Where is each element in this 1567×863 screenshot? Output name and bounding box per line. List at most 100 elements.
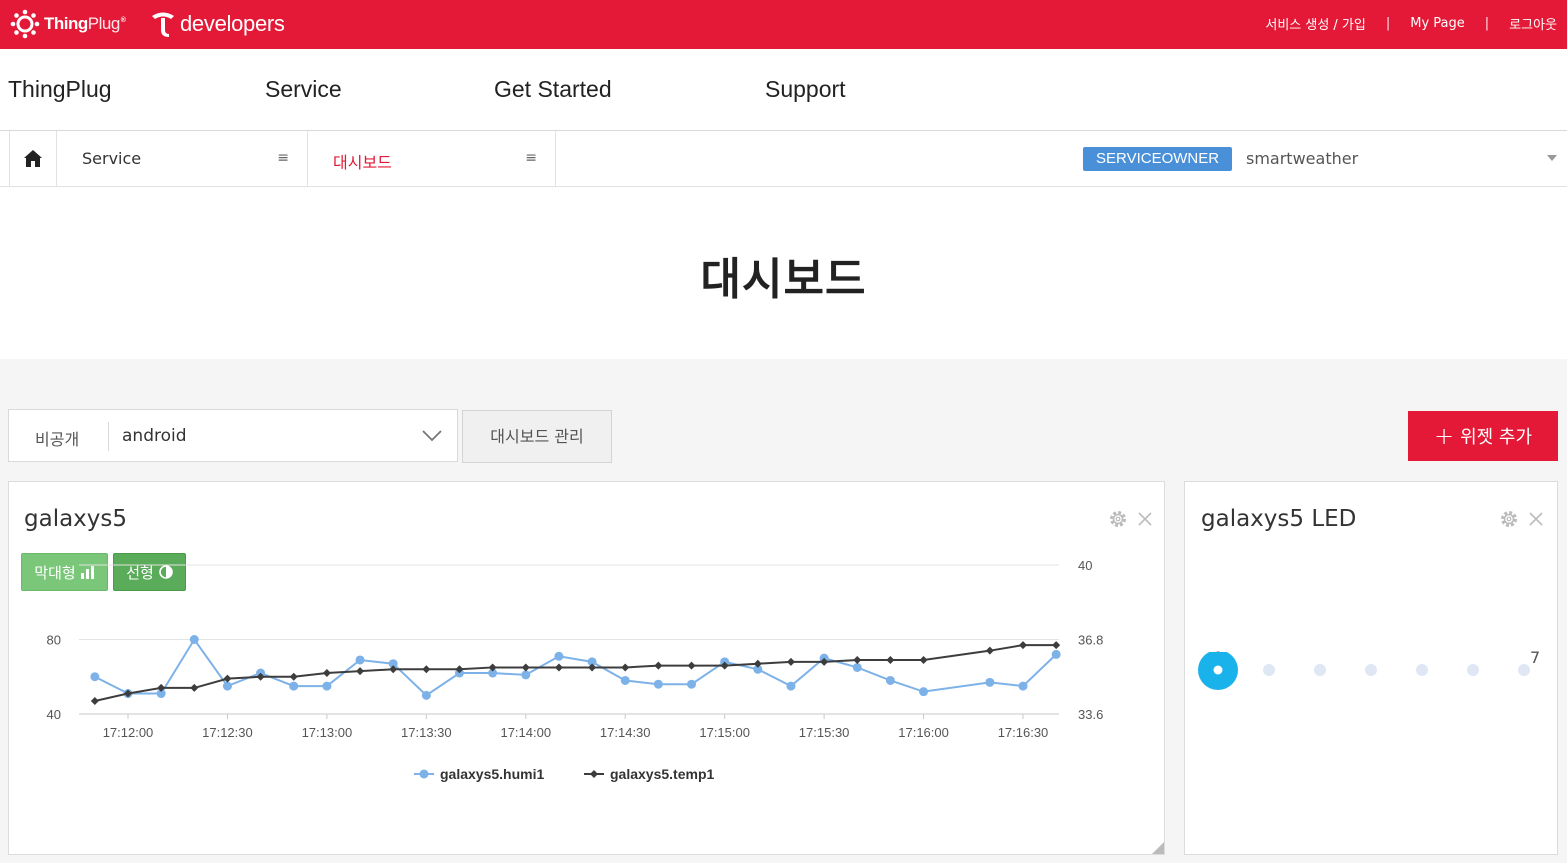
dashboard-select[interactable]: 비공개 android: [8, 409, 458, 462]
y-right-tick-label: 36.8: [1078, 633, 1103, 648]
dashboard-content: 비공개 android 대시보드 관리 + 위젯 추가 galaxys5 막대형: [0, 359, 1567, 863]
link-separator: |: [1484, 16, 1490, 31]
data-point: [90, 672, 100, 682]
data-point: [289, 672, 298, 681]
link-separator: |: [1385, 16, 1391, 31]
data-point: [521, 663, 530, 672]
x-tick-label: 17:15:30: [799, 725, 850, 740]
resize-handle[interactable]: [1152, 842, 1164, 854]
data-point: [421, 690, 431, 700]
data-point: [985, 677, 995, 687]
chevron-down-icon: [422, 430, 442, 442]
data-point: [322, 669, 331, 678]
service-selector[interactable]: smartweather: [1246, 149, 1358, 168]
visibility-label: 비공개: [35, 430, 80, 449]
close-icon[interactable]: [1529, 512, 1543, 526]
y-left-tick-label: 80: [47, 633, 61, 648]
led-dot-center: [1213, 665, 1223, 675]
page-header: 대시보드: [0, 187, 1567, 359]
add-widget-button[interactable]: + 위젯 추가: [1408, 411, 1558, 461]
thingplug-sun-icon: [10, 9, 40, 39]
led-slider[interactable]: [1185, 652, 1559, 732]
chart-widget: galaxys5 막대형 선형 408033.636.84017:12: [8, 481, 1165, 855]
x-tick-label: 17:12:00: [103, 725, 154, 740]
top-links: 서비스 생성 / 가입 | My Page | 로그아웃: [1265, 14, 1557, 33]
breadcrumb-service[interactable]: Service ≡: [57, 131, 308, 186]
menu-icon[interactable]: ≡: [277, 150, 289, 166]
data-point: [356, 667, 365, 676]
data-point: [1052, 641, 1061, 650]
caret-down-icon[interactable]: [1547, 155, 1557, 161]
data-point: [885, 675, 895, 685]
widget-controls: [1499, 509, 1543, 529]
data-point: [521, 670, 531, 680]
signup-link[interactable]: 서비스 생성 / 가입: [1265, 14, 1366, 33]
data-point: [886, 655, 895, 664]
led-dot[interactable]: [1416, 664, 1428, 676]
data-point: [289, 681, 299, 691]
data-point: [786, 681, 796, 691]
line-chart: 40 80 33.6 36.8 40 17:12:00 17:12:30 17:13:00 17…: [47, 558, 1104, 782]
series-line-galaxys5.temp1: [94, 644, 1057, 702]
legend-marker: [590, 770, 598, 778]
y-right-tick-label: 33.6: [1078, 707, 1103, 722]
data-point: [554, 663, 563, 672]
data-point: [919, 655, 928, 664]
led-dot[interactable]: [1263, 664, 1275, 676]
developers-logo[interactable]: developers: [150, 8, 285, 40]
nav-get-started[interactable]: Get Started: [494, 76, 612, 103]
data-point: [1051, 649, 1061, 659]
data-point: [786, 657, 795, 666]
data-point: [90, 696, 99, 705]
my-page-link[interactable]: My Page: [1410, 16, 1465, 31]
t-brand-icon: [152, 12, 174, 37]
x-tick-label: 17:13:30: [401, 725, 452, 740]
y-left-tick-label: 40: [47, 707, 61, 722]
led-dot[interactable]: [1518, 664, 1530, 676]
logout-link[interactable]: 로그아웃: [1509, 14, 1557, 33]
x-tick-label: 17:16:30: [998, 725, 1049, 740]
data-point: [620, 675, 630, 685]
data-point: [654, 661, 663, 670]
data-point: [985, 646, 994, 655]
x-tick-label: 17:15:00: [699, 725, 750, 740]
logo-developers-text: developers: [180, 11, 285, 36]
page-title: 대시보드: [700, 254, 867, 305]
thingplug-logo[interactable]: ThingPlug®: [10, 8, 126, 40]
home-button[interactable]: [9, 131, 57, 186]
data-point: [852, 662, 862, 672]
legend-label: galaxys5.humi1: [440, 766, 544, 782]
data-point: [355, 655, 365, 665]
nav-thingplug[interactable]: ThingPlug: [8, 76, 112, 103]
data-point: [687, 679, 697, 689]
breadcrumb-dashboard[interactable]: 대시보드 ≡: [308, 131, 556, 186]
x-tick-label: 17:14:30: [600, 725, 651, 740]
manage-dashboard-button[interactable]: 대시보드 관리: [462, 410, 612, 463]
select-divider: [108, 422, 109, 451]
breadcrumb-dashboard-label: 대시보드: [333, 153, 392, 172]
data-point: [422, 665, 431, 674]
top-bar: ThingPlug® developers 서비스 생성 / 가입 | My P…: [0, 0, 1567, 49]
gear-icon[interactable]: [1499, 509, 1519, 529]
data-point: [687, 661, 696, 670]
data-point: [621, 663, 630, 672]
add-widget-label: 위젯 추가: [1460, 427, 1533, 448]
data-point: [653, 679, 663, 689]
x-tick-label: 17:12:30: [202, 725, 253, 740]
menu-icon[interactable]: ≡: [525, 150, 537, 166]
main-nav: ThingPlug Service Get Started Support: [0, 49, 1567, 131]
led-dot[interactable]: [1314, 664, 1326, 676]
logo-thingplug-bold: Thing: [44, 14, 88, 33]
breadcrumb-service-label: Service: [82, 149, 142, 168]
data-point: [919, 687, 929, 697]
legend-marker: [419, 769, 429, 779]
data-point: [1018, 681, 1028, 691]
led-dot[interactable]: [1365, 664, 1377, 676]
data-point: [853, 655, 862, 664]
nav-support[interactable]: Support: [765, 76, 846, 103]
widget-title: galaxys5 LED: [1201, 506, 1357, 532]
led-dot[interactable]: [1467, 664, 1479, 676]
role-badge: SERVICEOWNER: [1083, 147, 1233, 171]
nav-service[interactable]: Service: [265, 76, 342, 103]
dashboard-select-value: android: [122, 426, 187, 446]
